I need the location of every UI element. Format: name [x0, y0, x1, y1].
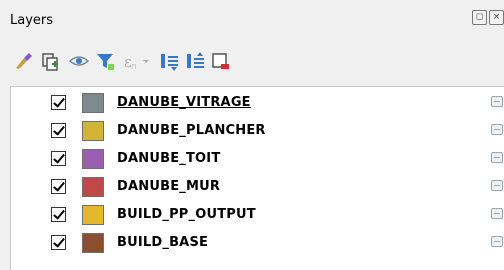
expand-all-icon[interactable]	[156, 48, 182, 74]
layer-name: DANUBE_MUR	[117, 179, 221, 194]
layer-row[interactable]: DANUBE_VITRAGE	[11, 90, 504, 116]
layer-name: DANUBE_TOIT	[117, 151, 221, 166]
layer-row[interactable]: DANUBE_MUR	[11, 174, 504, 200]
remove-layer-icon[interactable]	[208, 48, 234, 74]
layer-name: BUILD_PP_OUTPUT	[117, 207, 256, 222]
layer-color-swatch	[82, 121, 104, 141]
layer-row[interactable]: BUILD_PP_OUTPUT	[11, 202, 504, 228]
layer-visibility-checkbox[interactable]	[51, 179, 66, 194]
layer-visibility-checkbox[interactable]	[51, 235, 66, 250]
collapse-all-icon[interactable]	[182, 48, 208, 74]
embedded-widget-icon[interactable]	[491, 236, 503, 247]
layer-row[interactable]: BUILD_BASE	[11, 230, 504, 256]
filter-legend-icon[interactable]	[92, 48, 118, 74]
close-icon[interactable]: ×	[489, 10, 504, 25]
layer-row[interactable]: DANUBE_PLANCHER	[11, 118, 504, 144]
panel-title: Layers	[10, 13, 54, 28]
layer-color-swatch	[82, 233, 104, 253]
svg-text:⊓: ⊓	[131, 63, 136, 71]
layer-color-swatch	[82, 205, 104, 225]
layer-tree: DANUBE_VITRAGE DANUBE_PLANCHER DANUBE_TO…	[10, 86, 504, 270]
layer-color-swatch	[82, 93, 104, 113]
float-icon[interactable]: ◻	[472, 10, 487, 25]
embedded-widget-icon[interactable]	[491, 152, 503, 163]
layer-visibility-checkbox[interactable]	[51, 151, 66, 166]
layer-name: BUILD_BASE	[117, 235, 209, 250]
add-group-icon[interactable]	[38, 48, 64, 74]
style-manager-icon[interactable]	[10, 48, 36, 74]
layer-color-swatch	[82, 149, 104, 169]
layers-toolbar: ε ⊓	[0, 48, 504, 78]
layer-visibility-checkbox[interactable]	[51, 95, 66, 110]
embedded-widget-icon[interactable]	[491, 208, 503, 219]
layers-panel: Layers ◻ × ε ⊓ DANUBE_VITRAGE DANUBE_PLA…	[0, 0, 504, 270]
layer-color-swatch	[82, 177, 104, 197]
layer-row[interactable]: DANUBE_TOIT	[11, 146, 504, 172]
layer-visibility-checkbox[interactable]	[51, 123, 66, 138]
embedded-widget-icon[interactable]	[491, 180, 503, 191]
layer-name: DANUBE_VITRAGE	[117, 95, 251, 110]
title-buttons: ◻ ×	[472, 10, 504, 25]
embedded-widget-icon[interactable]	[491, 124, 503, 135]
visibility-icon[interactable]	[66, 48, 92, 74]
embedded-widget-icon[interactable]	[491, 96, 503, 107]
layer-visibility-checkbox[interactable]	[51, 207, 66, 222]
layer-name: DANUBE_PLANCHER	[117, 123, 266, 138]
chevron-down-icon[interactable]	[140, 48, 152, 74]
panel-titlebar: Layers ◻ ×	[0, 0, 504, 38]
